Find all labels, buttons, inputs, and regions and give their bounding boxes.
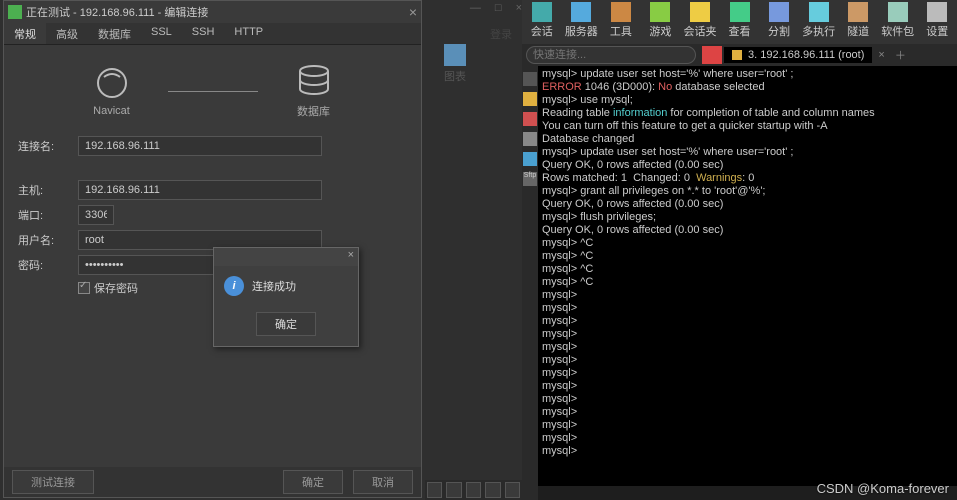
chart-icon bbox=[444, 44, 466, 66]
tab-SSL[interactable]: SSL bbox=[141, 23, 182, 44]
toolbar-会话[interactable]: 会话 bbox=[522, 0, 562, 44]
tab-HTTP[interactable]: HTTP bbox=[224, 23, 273, 44]
message-close-icon[interactable]: × bbox=[348, 249, 354, 261]
terminal-app: 会话服务器工具游戏会话夹查看分割多执行隧道软件包设置 3. 192.168.96… bbox=[522, 0, 957, 500]
terminal-sidebar: Sftp bbox=[522, 66, 538, 500]
view-icon-4[interactable] bbox=[485, 482, 500, 498]
status-bar bbox=[425, 480, 522, 500]
maximize-icon[interactable]: □ bbox=[495, 2, 502, 14]
message-text: 连接成功 bbox=[252, 278, 296, 294]
session-tab[interactable]: 3. 192.168.96.111 (root) bbox=[724, 47, 872, 63]
tab-常规[interactable]: 常规 bbox=[4, 23, 46, 44]
checkbox-icon bbox=[78, 282, 90, 294]
chart-shortcut[interactable]: 图表 bbox=[444, 44, 466, 84]
dialog-titlebar[interactable]: 正在测试 - 192.168.96.111 - 编辑连接 × bbox=[4, 1, 421, 23]
connection-graphic: Navicat 数据库 bbox=[4, 63, 421, 119]
watermark: CSDN @Koma-forever bbox=[817, 481, 949, 496]
dialog-title: 正在测试 - 192.168.96.111 - 编辑连接 bbox=[26, 4, 208, 20]
toolbar-服务器[interactable]: 服务器 bbox=[562, 0, 602, 44]
toolbar-icon bbox=[809, 2, 829, 22]
chart-label: 图表 bbox=[444, 68, 466, 84]
terminal-icon bbox=[732, 50, 742, 60]
test-connection-button[interactable]: 测试连接 bbox=[12, 470, 94, 494]
input-password[interactable] bbox=[78, 255, 226, 275]
side-icon-1[interactable] bbox=[523, 72, 537, 86]
toolbar-icon bbox=[571, 2, 591, 22]
dialog-close-icon[interactable]: × bbox=[409, 4, 417, 20]
tab-SSH[interactable]: SSH bbox=[182, 23, 225, 44]
view-icon-3[interactable] bbox=[466, 482, 481, 498]
tab-bar: 3. 192.168.96.111 (root) × ＋ bbox=[522, 44, 957, 66]
ok-button[interactable]: 确定 bbox=[283, 470, 343, 494]
label-host: 主机: bbox=[18, 182, 78, 198]
side-sftp-icon[interactable]: Sftp bbox=[523, 172, 537, 186]
tab-close-icon[interactable]: × bbox=[878, 49, 884, 61]
navicat-icon: Navicat bbox=[92, 65, 132, 117]
label-user: 用户名: bbox=[18, 232, 78, 248]
side-icon-4[interactable] bbox=[523, 132, 537, 146]
message-dialog: × i 连接成功 确定 bbox=[213, 247, 359, 347]
tab-数据库[interactable]: 数据库 bbox=[88, 23, 141, 44]
label-pass: 密码: bbox=[18, 257, 78, 273]
toolbar-多执行[interactable]: 多执行 bbox=[799, 0, 839, 44]
view-icon-2[interactable] bbox=[446, 482, 461, 498]
toolbar-工具[interactable]: 工具 bbox=[601, 0, 641, 44]
login-link[interactable]: 登录 bbox=[490, 26, 512, 42]
minimize-icon[interactable]: — bbox=[470, 2, 481, 14]
toolbar-查看[interactable]: 查看 bbox=[720, 0, 760, 44]
connector-line bbox=[168, 91, 258, 92]
view-icon-1[interactable] bbox=[427, 482, 442, 498]
label-port: 端口: bbox=[18, 207, 78, 223]
toolbar-icon bbox=[927, 2, 947, 22]
quick-connect-input[interactable] bbox=[526, 46, 696, 64]
view-icon-5[interactable] bbox=[505, 482, 520, 498]
toolbar-icon bbox=[690, 2, 710, 22]
toolbar-icon bbox=[611, 2, 631, 22]
toolbar-icon bbox=[730, 2, 750, 22]
dialog-footer: 测试连接 确定 取消 bbox=[4, 467, 421, 497]
toolbar-隧道[interactable]: 隧道 bbox=[838, 0, 878, 44]
toolbar-icon bbox=[532, 2, 552, 22]
info-icon: i bbox=[224, 276, 244, 296]
toolbar-游戏[interactable]: 游戏 bbox=[641, 0, 681, 44]
app-icon bbox=[8, 5, 22, 19]
message-titlebar[interactable]: × bbox=[214, 248, 358, 266]
toolbar-设置[interactable]: 设置 bbox=[917, 0, 957, 44]
label-name: 连接名: bbox=[18, 138, 78, 154]
navicat-app: — □ × 登录 图表 正在测试 - 192.168.96.111 - 编辑连接… bbox=[0, 0, 522, 500]
input-port[interactable] bbox=[78, 205, 114, 225]
toolbar-icon bbox=[848, 2, 868, 22]
tab-add-icon[interactable]: ＋ bbox=[895, 47, 906, 63]
side-star-icon[interactable] bbox=[523, 92, 537, 106]
session-tab-label: 3. 192.168.96.111 (root) bbox=[748, 49, 864, 61]
toolbar-会话夹[interactable]: 会话夹 bbox=[680, 0, 720, 44]
home-icon[interactable] bbox=[702, 46, 722, 64]
side-icon-5[interactable] bbox=[523, 152, 537, 166]
main-toolbar: 会话服务器工具游戏会话夹查看分割多执行隧道软件包设置 bbox=[522, 0, 957, 44]
toolbar-软件包[interactable]: 软件包 bbox=[878, 0, 918, 44]
message-ok-button[interactable]: 确定 bbox=[256, 312, 316, 336]
toolbar-icon bbox=[888, 2, 908, 22]
toolbar-分割[interactable]: 分割 bbox=[759, 0, 799, 44]
toolbar-icon bbox=[769, 2, 789, 22]
tab-高级[interactable]: 高级 bbox=[46, 23, 88, 44]
cancel-button[interactable]: 取消 bbox=[353, 470, 413, 494]
side-icon-3[interactable] bbox=[523, 112, 537, 126]
input-host[interactable] bbox=[78, 180, 322, 200]
dialog-tabs: 常规高级数据库SSLSSHHTTP bbox=[4, 23, 421, 45]
terminal-output[interactable]: mysql> update user set host='%' where us… bbox=[538, 66, 957, 486]
input-conn-name[interactable] bbox=[78, 136, 322, 156]
database-icon: 数据库 bbox=[294, 63, 334, 119]
toolbar-icon bbox=[650, 2, 670, 22]
